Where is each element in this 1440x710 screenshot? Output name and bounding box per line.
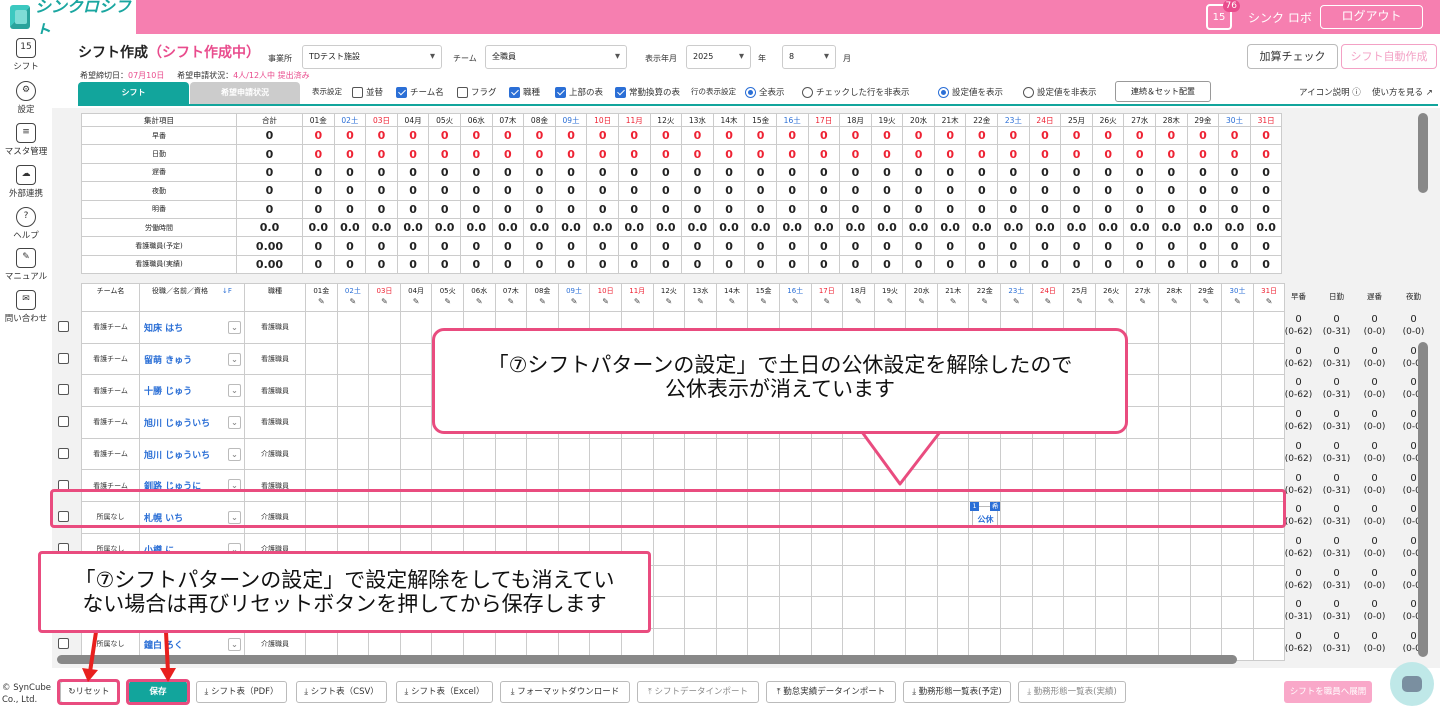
arrow-head-reset <box>82 668 98 682</box>
callout-reset-instruction: 「⑦シフトパターンの設定」で設定解除をしても消えてい ない場合は再びリセットボタン… <box>38 551 651 633</box>
callout-text: ない場合は再びリセットボタンを押してから保存します <box>82 592 607 616</box>
arrow-to-reset <box>88 631 98 673</box>
callout-text: 「⑦シフトパターンの設定」で設定解除をしても消えてい <box>74 568 615 592</box>
callout-text: 公休表示が消えています <box>665 377 895 401</box>
arrow-to-save <box>164 631 170 673</box>
callout-holiday-removed: 「⑦シフトパターンの設定」で土日の公休設定を解除したので 公休表示が消えています <box>432 328 1128 434</box>
arrow-head-save <box>160 668 176 682</box>
callout-text: 「⑦シフトパターンの設定」で土日の公休設定を解除したので <box>487 353 1073 377</box>
callout-pointer <box>860 430 942 486</box>
